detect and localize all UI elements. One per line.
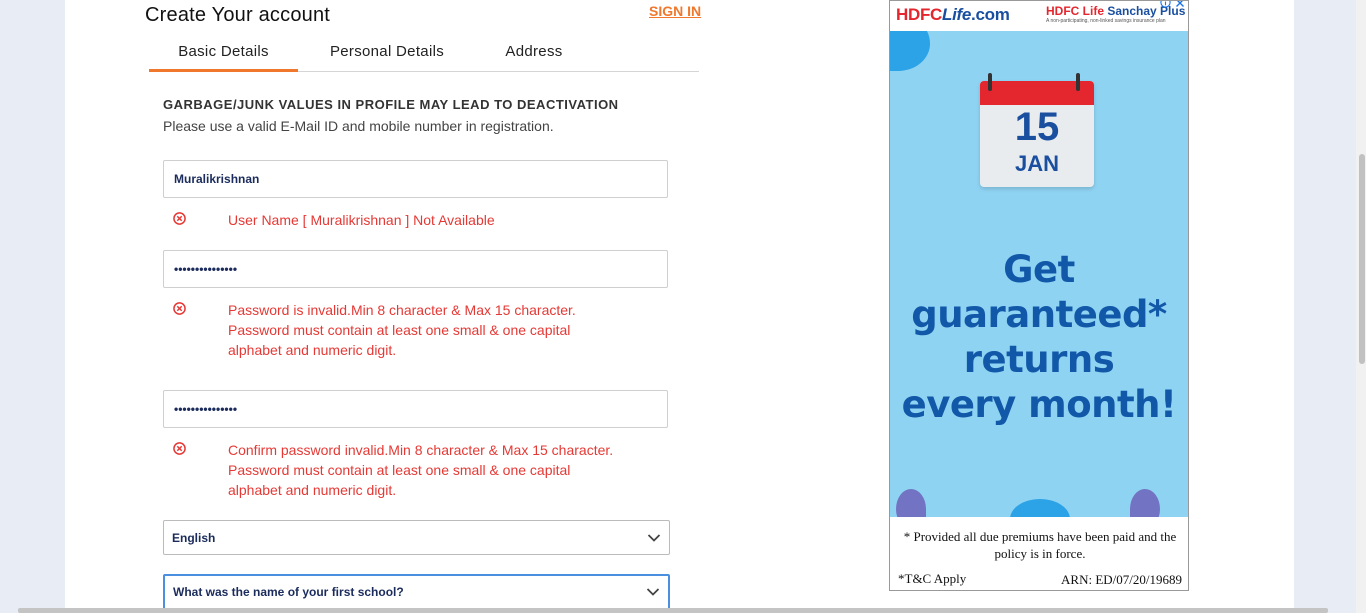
confirm-password-error-text: Confirm password invalid.Min 8 character… (228, 442, 614, 498)
language-select[interactable]: English (163, 520, 670, 555)
tab-basic-details[interactable]: Basic Details (149, 40, 298, 72)
ad-header: HDFCLife.com HDFC Life Sanchay Plus A no… (890, 1, 1188, 31)
ad-footnote: * Provided all due premiums have been pa… (903, 529, 1177, 561)
security-question-select[interactable]: What was the name of your first school? (163, 574, 670, 610)
decorative-leaf (1130, 489, 1160, 517)
password-input[interactable]: ••••••••••••••• (163, 250, 668, 288)
calendar-month: JAN (1014, 151, 1059, 176)
sign-in-link[interactable]: SIGN IN (649, 3, 701, 19)
chevron-down-icon (646, 588, 660, 596)
chevron-down-icon (647, 533, 661, 542)
username-input[interactable]: Muralikrishnan (163, 160, 668, 198)
security-question-value: What was the name of your first school? (173, 585, 404, 599)
error-icon (173, 302, 186, 315)
info-icon[interactable] (1160, 0, 1171, 8)
error-icon (173, 212, 186, 225)
page-title: Create Your account (145, 4, 331, 26)
close-icon[interactable] (1175, 0, 1185, 8)
ad-tnc: *T&C Apply (898, 571, 967, 586)
error-icon (173, 442, 186, 455)
tab-personal-details[interactable]: Personal Details (313, 40, 461, 71)
calendar-ring (1076, 73, 1080, 91)
calendar-icon: 15 JAN (980, 73, 1094, 187)
ad-headline: Get guaranteed* returns every month! (901, 248, 1177, 426)
advertisement-banner[interactable]: HDFCLife.com HDFC Life Sanchay Plus A no… (889, 0, 1189, 591)
password-error-text: Password is invalid.Min 8 character & Ma… (228, 302, 576, 358)
tab-address[interactable]: Address (479, 40, 589, 71)
ad-arn: ARN: ED/07/20/19689 (1061, 572, 1182, 587)
username-error: User Name [ Muralikrishnan ] Not Availab… (163, 210, 668, 232)
confirm-password-input[interactable]: ••••••••••••••• (163, 390, 668, 428)
warning-heading: GARBAGE/JUNK VALUES IN PROFILE MAY LEAD … (163, 97, 619, 112)
confirm-password-error: Confirm password invalid.Min 8 character… (163, 440, 668, 504)
decorative-blob (890, 31, 930, 71)
hdfc-life-logo: HDFCLife.com (896, 5, 1010, 24)
ad-creative: 15 JAN Get guaranteed* returns every mon… (890, 31, 1188, 517)
password-error: Password is invalid.Min 8 character & Ma… (163, 300, 668, 364)
brand-subtitle: A non-participating, non-linked savings … (1046, 18, 1166, 24)
calendar-day: 15 (1014, 105, 1060, 149)
warning-subtext: Please use a valid E-Mail ID and mobile … (163, 118, 554, 134)
decorative-blob (1010, 499, 1070, 517)
form-tabs: Basic Details Personal Details Address (149, 40, 699, 72)
decorative-leaf (896, 489, 926, 517)
registration-form: Create Your account SIGN IN Basic Detail… (145, 0, 785, 613)
vertical-scrollbar-thumb[interactable] (1359, 154, 1365, 364)
calendar-ring (988, 73, 992, 91)
horizontal-scrollbar[interactable] (18, 608, 1328, 613)
username-error-text: User Name [ Muralikrishnan ] Not Availab… (228, 212, 495, 228)
language-select-value: English (172, 530, 216, 545)
